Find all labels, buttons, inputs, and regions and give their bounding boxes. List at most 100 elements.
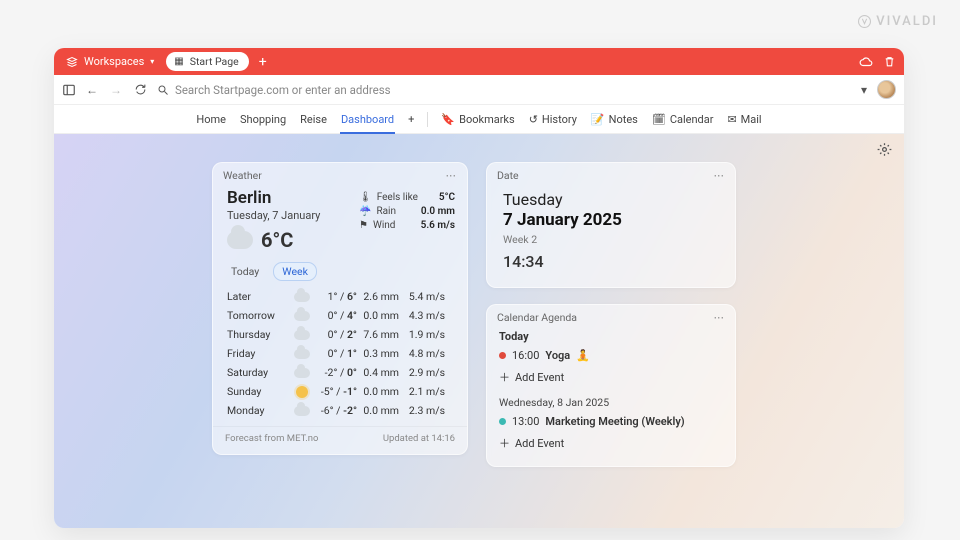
forecast-wind: 4.3 m/s: [399, 309, 445, 322]
forecast-wind: 2.1 m/s: [399, 385, 445, 398]
chevron-down-icon: ▾: [150, 57, 154, 66]
widget-menu-button[interactable]: ⋯: [446, 169, 458, 182]
forecast-row: Monday-6° / -2°0.0 mm2.3 m/s: [227, 401, 455, 420]
forecast-table: Later1° / 6°2.6 mm5.4 m/sTomorrow0° / 4°…: [213, 285, 467, 422]
forecast-row: Saturday -2° / 0°0.4 mm2.9 m/s: [227, 363, 455, 382]
nav-history[interactable]: ↺History: [528, 113, 578, 126]
nav-add[interactable]: +: [407, 113, 415, 126]
forecast-wind: 2.9 m/s: [399, 366, 445, 379]
address-dropdown-icon[interactable]: ▾: [861, 83, 867, 97]
dashboard-icon: ▦: [174, 56, 183, 67]
forecast-rain: 2.6 mm: [357, 290, 399, 303]
cloud-icon: [294, 292, 310, 302]
forecast-rain: 0.0 mm: [357, 385, 399, 398]
forecast-temp: 0° / 4°: [315, 309, 357, 322]
panel-toggle-icon[interactable]: [62, 83, 76, 97]
workspaces-icon: [66, 56, 78, 68]
tab-toolbar: Workspaces ▾ ▦ Start Page +: [54, 48, 904, 75]
forecast-rain: 0.4 mm: [357, 366, 399, 379]
profile-avatar[interactable]: [877, 80, 896, 99]
trash-icon[interactable]: [883, 55, 896, 69]
widget-title: Calendar Agenda: [497, 311, 577, 324]
agenda-event[interactable]: 16:00 Yoga 🧘: [499, 347, 723, 364]
date-week: Week 2: [503, 233, 721, 246]
forecast-day: Monday: [227, 404, 289, 417]
forecast-temp: 0° / 1°: [315, 347, 357, 360]
vivaldi-logo-icon: [858, 15, 871, 28]
new-tab-button[interactable]: +: [257, 54, 269, 70]
cloud-icon: [294, 330, 310, 340]
forecast-wind: 1.9 m/s: [399, 328, 445, 341]
date-weekday: Tuesday: [503, 190, 721, 209]
address-bar: ← → Search Startpage.com or enter an add…: [54, 75, 904, 105]
forecast-day: Saturday: [227, 366, 289, 379]
forecast-rain: 0.0 mm: [357, 309, 399, 322]
wind-icon: ⚑: [359, 220, 368, 231]
add-event-button[interactable]: ＋Add Event: [499, 364, 723, 390]
forecast-temp: -5° / -1°: [315, 385, 357, 398]
back-button[interactable]: ←: [86, 83, 98, 97]
forecast-day: Friday: [227, 347, 289, 360]
forecast-wind: 5.4 m/s: [399, 290, 445, 303]
nav-dashboard[interactable]: Dashboard: [340, 113, 395, 126]
forecast-row: Tomorrow0° / 4°0.0 mm4.3 m/s: [227, 306, 455, 325]
nav-shopping[interactable]: Shopping: [239, 113, 287, 126]
forecast-rain: 7.6 mm: [357, 328, 399, 341]
weather-tab-week[interactable]: Week: [273, 262, 317, 281]
nav-notes[interactable]: 📝Notes: [590, 113, 639, 126]
cloud-icon: [294, 406, 310, 416]
dashboard-area: Weather ⋯ Berlin Tuesday, 7 January 6°C …: [54, 134, 904, 528]
forecast-temp: 0° / 2°: [315, 328, 357, 341]
nav-separator: [427, 112, 428, 127]
forward-button[interactable]: →: [110, 83, 122, 97]
forecast-rain: 0.0 mm: [357, 404, 399, 417]
forecast-temp: 1° / 6°: [315, 290, 357, 303]
notes-icon: 📝: [591, 113, 605, 126]
add-event-button[interactable]: ＋Add Event: [499, 430, 723, 456]
weather-date: Tuesday, 7 January: [227, 209, 349, 222]
widget-title: Weather: [223, 169, 262, 182]
weather-city: Berlin: [227, 188, 349, 208]
nav-row: Home Shopping Reise Dashboard + 🔖Bookmar…: [54, 105, 904, 134]
cloud-icon: [294, 311, 310, 321]
nav-calendar[interactable]: 🗓Calendar: [651, 113, 715, 126]
nav-mail[interactable]: ✉Mail: [726, 113, 762, 126]
forecast-row: Thursday 0° / 2°7.6 mm1.9 m/s: [227, 325, 455, 344]
forecast-source: Forecast from MET.no: [225, 433, 318, 444]
weather-widget: Weather ⋯ Berlin Tuesday, 7 January 6°C …: [212, 162, 468, 455]
plus-icon: ＋: [499, 435, 510, 451]
forecast-temp: -2° / 0°: [315, 366, 357, 379]
current-temp: 6°C: [261, 228, 293, 252]
forecast-updated: Updated at 14:16: [383, 433, 455, 444]
event-dot-icon: [499, 352, 506, 359]
forecast-day: Thursday: [227, 328, 289, 341]
forecast-rain: 0.3 mm: [357, 347, 399, 360]
sync-cloud-icon[interactable]: [859, 55, 873, 69]
weather-tab-today[interactable]: Today: [223, 262, 267, 281]
browser-window: Workspaces ▾ ▦ Start Page + ← →: [54, 48, 904, 528]
cloud-icon: [294, 368, 310, 378]
nav-home[interactable]: Home: [195, 113, 227, 126]
tab-start-page[interactable]: ▦ Start Page: [166, 52, 248, 71]
nav-reise[interactable]: Reise: [299, 113, 328, 126]
widget-menu-button[interactable]: ⋯: [714, 311, 726, 324]
nav-bookmarks[interactable]: 🔖Bookmarks: [440, 113, 515, 126]
weather-icon: [227, 231, 253, 249]
brand-watermark: VIVALDI: [858, 14, 938, 29]
date-time: 14:34: [503, 252, 721, 271]
calendar-icon: 🗓: [652, 113, 666, 126]
rain-icon: ☔: [359, 206, 371, 217]
url-input[interactable]: Search Startpage.com or enter an address: [157, 83, 851, 97]
bookmark-icon: 🔖: [441, 113, 455, 126]
forecast-row: Sunday -5° / -1°0.0 mm2.1 m/s: [227, 382, 455, 401]
tab-title: Start Page: [190, 55, 239, 68]
agenda-date-label: Wednesday, 8 Jan 2025: [499, 396, 723, 409]
dashboard-settings-button[interactable]: [877, 142, 892, 157]
workspaces-button[interactable]: Workspaces ▾: [62, 55, 158, 68]
widget-menu-button[interactable]: ⋯: [714, 169, 726, 182]
url-placeholder: Search Startpage.com or enter an address: [175, 83, 391, 97]
forecast-day: Sunday: [227, 385, 289, 398]
reload-button[interactable]: [134, 83, 147, 96]
history-icon: ↺: [529, 113, 538, 126]
agenda-event[interactable]: 13:00 Marketing Meeting (Weekly): [499, 413, 723, 430]
